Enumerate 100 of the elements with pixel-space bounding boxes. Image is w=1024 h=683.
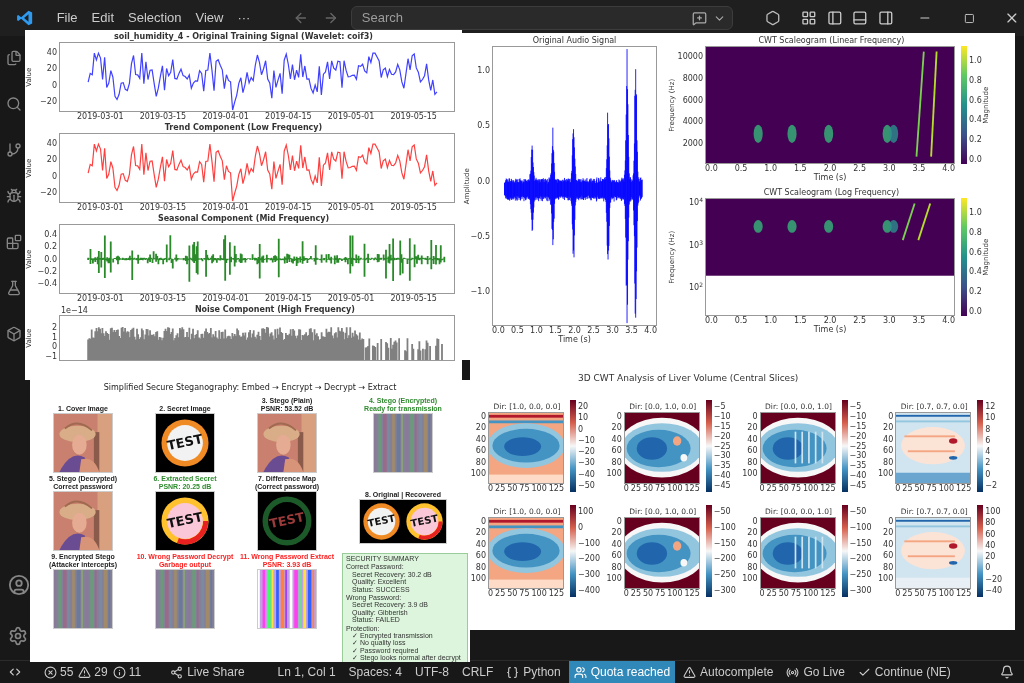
tick-label: −150 xyxy=(713,538,736,548)
tick-label: 12 xyxy=(985,402,997,411)
tick-label: 60 xyxy=(985,529,997,539)
tick-label: −100 xyxy=(713,522,736,532)
tick-label: 0.5 xyxy=(511,326,524,335)
tick-label: 100 xyxy=(985,507,1002,516)
status-item[interactable]: Python xyxy=(501,661,566,683)
status-item[interactable]: Spaces: 4 xyxy=(343,661,407,683)
offset-label: 1e−14 xyxy=(61,306,88,315)
tick-label: 80 xyxy=(747,562,758,572)
tick-label: −20 xyxy=(40,97,57,106)
tick-label: 10000 xyxy=(677,52,703,61)
tick-label: −1.0 xyxy=(470,287,490,296)
tick-label: 3.0 xyxy=(882,164,896,173)
tick-label: 25 xyxy=(495,484,506,493)
panel-toggle-icon[interactable] xyxy=(852,10,869,26)
tick-label: 20 xyxy=(611,423,622,433)
menu-item[interactable]: ··· xyxy=(230,5,258,31)
tick-label: 2019-04-01 xyxy=(202,112,249,121)
tick-label: 20 xyxy=(611,528,622,538)
tick-label: 0.5 xyxy=(734,316,748,325)
tick-label: 10$^{2}$ xyxy=(689,283,703,292)
tick-label: −100 xyxy=(849,522,872,532)
tick-label: −300 xyxy=(578,570,600,580)
status-item[interactable]: Continue (NE) xyxy=(852,661,956,683)
status-item[interactable]: UTF-8 xyxy=(410,661,454,683)
files-icon[interactable] xyxy=(6,50,22,66)
chart-title: Noise Component (High Frequency) xyxy=(193,305,356,315)
share-icon xyxy=(170,665,184,679)
tick-label: 1.0 xyxy=(477,66,490,75)
tick-label: 40 xyxy=(883,434,894,444)
status-item[interactable]: Ln 1, Col 1 xyxy=(272,661,341,683)
secondary-sidebar-icon[interactable] xyxy=(878,10,894,26)
tick-label: 60 xyxy=(611,551,622,561)
maximize-icon[interactable] xyxy=(963,12,975,24)
tick-label: −25 xyxy=(713,441,731,451)
tick-label: 125 xyxy=(955,484,972,493)
remote-icon[interactable] xyxy=(8,665,22,679)
bell-icon[interactable] xyxy=(1000,665,1014,679)
layout-icon[interactable] xyxy=(801,10,817,26)
tick-label: 0 xyxy=(578,424,585,434)
forward-icon[interactable] xyxy=(323,10,339,26)
status-item[interactable]: Live Share xyxy=(165,661,250,683)
tick-label: −0.5 xyxy=(470,231,490,241)
status-item[interactable]: Autocomplete xyxy=(678,661,779,683)
tick-label: 60 xyxy=(475,551,486,561)
tick-label: −0.4 xyxy=(37,279,57,288)
tick-label: 0.2 xyxy=(969,287,982,297)
tick-label: 2019-04-01 xyxy=(202,203,249,212)
tick-label: 0 xyxy=(888,517,894,526)
problems-button[interactable]: 55 29 11 xyxy=(40,663,146,681)
tick-label: 1.5 xyxy=(793,164,807,173)
tick-label: 3.0 xyxy=(606,326,619,335)
blocks-icon[interactable] xyxy=(6,234,22,250)
tick-label: 100 xyxy=(667,484,683,493)
tick-label: 50 xyxy=(778,484,789,493)
tick-label: −50 xyxy=(849,507,868,516)
tick-label: 3.0 xyxy=(882,316,896,325)
tick-label: −200 xyxy=(713,554,736,564)
tick-label: 0 xyxy=(578,522,585,532)
account-icon[interactable] xyxy=(8,574,30,596)
flask-icon[interactable] xyxy=(6,280,22,296)
tick-label: 2019-05-15 xyxy=(390,294,437,303)
tick-label: 0.0 xyxy=(705,164,718,173)
box-icon[interactable] xyxy=(6,326,22,342)
tick-label: 0.0 xyxy=(492,326,505,335)
settings-icon[interactable] xyxy=(8,626,28,646)
tick-label: 20 xyxy=(475,423,486,433)
tick-label: 80 xyxy=(747,457,758,467)
menu-item[interactable]: View xyxy=(188,5,231,31)
tick-label: 75 xyxy=(519,484,530,493)
status-item[interactable]: Go Live xyxy=(781,661,850,683)
tick-label: 0 xyxy=(895,484,901,493)
status-item[interactable]: CRLF xyxy=(457,661,499,683)
chart-title: Original Audio Signal xyxy=(531,36,618,46)
tick-label: 125 xyxy=(684,589,700,598)
tick-label: 20 xyxy=(985,552,997,562)
search-field[interactable]: Search xyxy=(350,6,734,30)
tick-label: 100 xyxy=(742,468,758,478)
tick-label: 25 xyxy=(495,589,506,598)
chat-icon[interactable] xyxy=(692,10,708,26)
menu-item[interactable]: Selection xyxy=(121,5,189,31)
tick-label: 0.0 xyxy=(969,307,982,316)
tick-label: 60 xyxy=(611,446,622,456)
sidebar-toggle-icon[interactable] xyxy=(826,10,843,26)
branch-icon[interactable] xyxy=(6,142,22,158)
tick-label: 100 xyxy=(578,507,595,516)
menu-item[interactable]: File xyxy=(49,5,85,31)
search-icon[interactable] xyxy=(6,96,22,112)
bug-icon[interactable] xyxy=(6,188,22,204)
tick-label: 0.8 xyxy=(969,75,982,85)
menu-item[interactable]: Edit xyxy=(84,5,121,31)
info-icon xyxy=(112,665,126,679)
tick-label: 0.6 xyxy=(969,95,982,105)
status-item[interactable]: Quota reached xyxy=(568,661,676,683)
tick-label: −35 xyxy=(713,461,731,471)
tick-label: 80 xyxy=(883,562,894,572)
people-icon xyxy=(573,665,587,679)
tick-label: 0.4 xyxy=(969,115,982,125)
tick-label: 2019-03-15 xyxy=(139,294,187,303)
